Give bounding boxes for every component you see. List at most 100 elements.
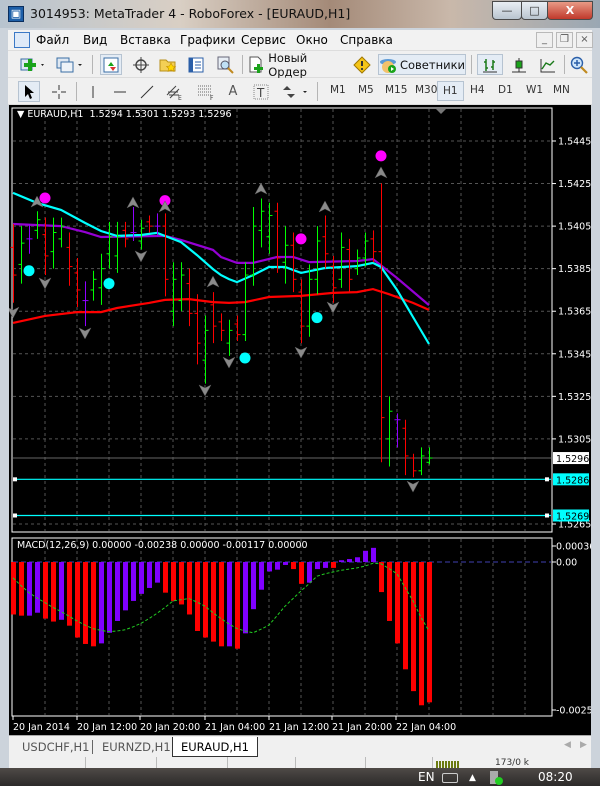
ohlc-bar — [146, 215, 153, 233]
tab-divider — [92, 740, 93, 754]
ohlc-bar — [354, 249, 361, 276]
expert-advisors-button[interactable]: Советники — [378, 54, 466, 75]
tabs-scroll-left-icon[interactable]: ◀ — [564, 740, 571, 750]
strategy-tester-button[interactable] — [213, 54, 237, 75]
ohlc-bar — [26, 223, 33, 254]
macd-tick-label: 0.00 — [556, 558, 577, 569]
ohlc-bar — [306, 264, 313, 337]
toolbar-separator — [76, 82, 77, 101]
tab-eurnzd-h1[interactable]: EURNZD,H1 — [102, 737, 171, 757]
new-order-label: Новый Ордер — [268, 50, 308, 79]
chart-shift-marker-icon — [436, 109, 446, 114]
tab-euraud-h1[interactable]: EURAUD,H1 — [172, 737, 258, 757]
text-label-button[interactable]: T — [250, 81, 272, 102]
mdi-restore-button[interactable]: ❐ — [556, 32, 573, 48]
ohlc-bar — [290, 232, 297, 293]
hline-handle-right — [545, 477, 549, 482]
mdi-minimize-button[interactable]: _ — [536, 32, 553, 48]
close-button[interactable]: X — [547, 1, 593, 20]
price-tick-label: 1.5365 — [558, 307, 591, 318]
connection-status-icon — [436, 761, 460, 768]
fibonacci-button[interactable]: F — [194, 81, 218, 102]
trendline-button[interactable] — [136, 81, 158, 102]
vertical-line-button[interactable] — [83, 81, 103, 102]
zoom-in-button[interactable] — [568, 54, 590, 75]
timeframe-w1-button[interactable]: W1 — [526, 84, 543, 96]
ohlc-bar — [226, 319, 233, 356]
timeframe-h4-button[interactable]: H4 — [470, 84, 485, 96]
alert-button[interactable] — [351, 54, 373, 75]
mdi-close-button[interactable]: × — [576, 32, 593, 48]
equidistant-channel-button[interactable]: E — [163, 81, 187, 102]
ohlc-bar — [234, 315, 241, 342]
signal-dot-low — [103, 278, 115, 290]
arrow-down-icon — [6, 306, 20, 319]
navigator-button[interactable] — [157, 54, 179, 75]
clock[interactable]: 08:20 — [538, 770, 573, 784]
minimize-button[interactable]: — — [492, 1, 522, 20]
maximize-button[interactable]: □ — [521, 1, 548, 20]
toolbar-separator — [242, 55, 243, 74]
macd-histogram-bar — [219, 562, 224, 647]
trendline-icon — [140, 85, 154, 98]
text-tool-button[interactable]: A — [223, 81, 243, 102]
macd-histogram-bar — [315, 562, 320, 570]
timeframe-d1-button[interactable]: D1 — [498, 84, 513, 96]
line-chart-button[interactable] — [537, 54, 559, 75]
chart-window[interactable]: 1.5445 1.5425 1.5405 1.5385 1.5365 1.5345 1.53… — [6, 105, 599, 735]
hline-handle-left — [13, 513, 17, 518]
timeframe-m1-button[interactable]: M1 — [330, 84, 346, 96]
macd-histogram-bar — [203, 562, 208, 638]
menu-view[interactable]: Вид — [83, 33, 107, 47]
timeframe-m15-button[interactable]: M15 — [385, 84, 407, 96]
market-watch-button[interactable] — [100, 54, 122, 75]
time-label: 21 Jan 04:00 — [205, 722, 265, 733]
ohlc-bar — [394, 413, 401, 448]
line-studies-toolbar: E F A T M1 M5 M15 M30 H1 H4 D1 W1 MN — [8, 78, 592, 105]
new-chart-button[interactable] — [18, 54, 48, 75]
chart-canvas[interactable]: 1.5445 1.5425 1.5405 1.5385 1.5365 1.5345 1.53… — [6, 105, 599, 735]
network-icon[interactable] — [490, 771, 503, 785]
menu-help[interactable]: Справка — [340, 33, 393, 47]
language-indicator[interactable]: EN — [418, 770, 435, 784]
menu-tools[interactable]: Сервис — [241, 33, 286, 47]
new-chart-icon — [20, 58, 44, 71]
signal-dot-low — [239, 352, 251, 364]
keyboard-icon[interactable] — [442, 773, 458, 783]
menu-charts[interactable]: Графики — [180, 33, 235, 47]
candlestick-chart-button[interactable] — [508, 54, 530, 75]
terminal-button[interactable] — [185, 54, 207, 75]
profiles-button[interactable] — [53, 54, 85, 75]
ohlc-bar — [170, 262, 177, 327]
menu-insert[interactable]: Вставка — [120, 33, 171, 47]
macd-histogram-bar — [283, 562, 288, 565]
arrow-up-icon — [206, 275, 220, 288]
cursor-tool-button[interactable] — [18, 81, 40, 102]
standard-toolbar: Новый Ордер Советники — [8, 51, 592, 79]
tab-usdchf-h1[interactable]: USDCHF,H1 — [22, 737, 89, 757]
tabs-scroll-right-icon[interactable]: ▶ — [580, 740, 587, 750]
macd-histogram-bar — [331, 562, 336, 568]
ohlc-bar — [418, 447, 425, 476]
new-order-button[interactable]: Новый Ордер — [248, 51, 346, 79]
macd-tick-label: -0.00251 — [556, 706, 591, 717]
arrows-dropdown-button[interactable] — [278, 81, 312, 102]
terminal-icon — [188, 57, 204, 72]
macd-histogram-bar — [11, 562, 16, 615]
macd-histogram-bar — [259, 562, 264, 590]
macd-histogram-bar — [147, 562, 152, 588]
chart-menu-triangle-icon[interactable]: ▼ — [17, 109, 27, 120]
timeframe-mn-button[interactable]: MN — [553, 84, 570, 96]
data-window-button[interactable] — [130, 54, 152, 75]
bar-chart-button[interactable] — [477, 54, 503, 75]
timeframe-h1-button[interactable]: H1 — [437, 81, 464, 101]
menu-window[interactable]: Окно — [296, 33, 328, 47]
arrow-up-icon — [374, 166, 388, 179]
timeframe-m30-button[interactable]: M30 — [415, 84, 437, 96]
crosshair-tool-button[interactable] — [48, 81, 70, 102]
timeframe-m5-button[interactable]: M5 — [358, 84, 374, 96]
horizontal-line-button[interactable] — [109, 81, 131, 102]
show-hidden-icons-icon[interactable]: ▲ — [469, 773, 476, 783]
ohlc-bar — [274, 202, 281, 273]
menu-file[interactable]: Файл — [36, 33, 69, 47]
